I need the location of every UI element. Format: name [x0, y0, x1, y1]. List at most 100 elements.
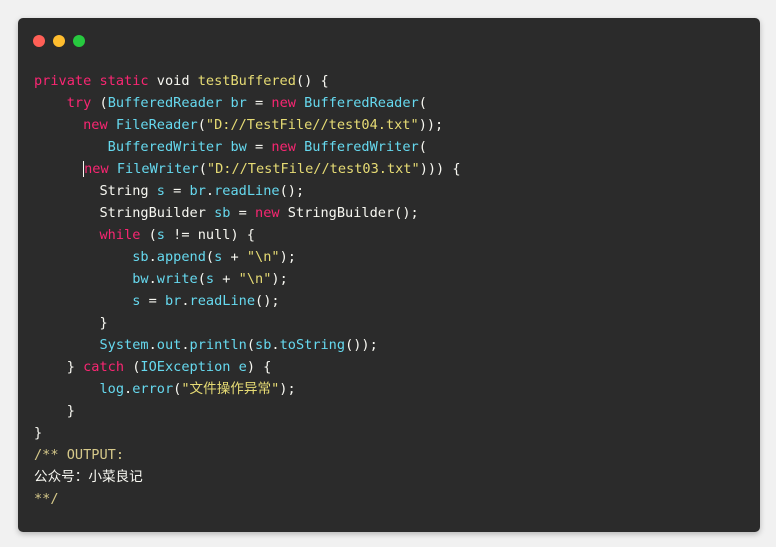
code-token: static [99, 73, 149, 89]
code-token: } [34, 403, 75, 419]
code-token: != null) { [164, 227, 255, 243]
code-line: } catch (IOException e) { [34, 356, 461, 378]
code-token: bw [230, 139, 247, 155]
code-line: StringBuilder sb = new StringBuilder(); [34, 202, 461, 224]
code-token: ( [140, 227, 157, 243]
code-token: s [205, 271, 215, 287]
code-token: 公众号：小菜良记 [34, 469, 143, 485]
code-token: = [164, 183, 190, 199]
zoom-dot-icon[interactable] [73, 35, 85, 47]
code-token: (); [255, 293, 280, 309]
code-token: s [156, 183, 165, 199]
code-token: System [99, 337, 149, 353]
code-token: try [66, 95, 92, 111]
code-token: new [271, 95, 296, 111]
code-token: new [255, 205, 280, 221]
code-token: ); [279, 381, 296, 397]
code-token: BufferedWriter [107, 139, 223, 155]
code-token: br [230, 95, 247, 111]
code-token: ))) { [419, 161, 461, 177]
code-token: FileWriter [116, 161, 199, 177]
code-token: ); [279, 249, 296, 265]
code-token: while [99, 227, 141, 243]
code-token: "D://TestFile//test03.txt" [206, 161, 420, 177]
code-token: + [222, 249, 247, 265]
code-token: append [156, 249, 206, 265]
minimize-dot-icon[interactable] [53, 35, 65, 47]
code-token: ); [271, 271, 288, 287]
code-token: ()); [345, 337, 378, 353]
code-line: while (s != null) { [34, 224, 461, 246]
code-token: new [83, 161, 109, 177]
code-token: /** OUTPUT: [34, 447, 125, 463]
code-token: br [164, 293, 182, 309]
code-token: + [214, 271, 239, 287]
code-line: **/ [34, 488, 461, 510]
code-line: log.error("文件操作异常"); [34, 378, 461, 400]
code-line: /** OUTPUT: [34, 444, 461, 466]
code-token: . [148, 271, 157, 287]
code-token: StringBuilder [99, 205, 206, 221]
code-token: write [156, 271, 198, 287]
code-token: BufferedReader [107, 95, 223, 111]
code-token: StringBuilder [287, 205, 395, 221]
code-line: s = br.readLine(); [34, 290, 461, 312]
code-token: toString [279, 337, 346, 353]
code-token: s [156, 227, 165, 243]
code-token: ( [246, 337, 256, 353]
code-line: BufferedWriter bw = new BufferedWriter( [34, 136, 461, 158]
code-token: sb [255, 337, 272, 353]
code-token: . [271, 337, 280, 353]
code-token: = [246, 139, 272, 155]
code-token: "\n" [238, 271, 272, 287]
code-token: bw [132, 271, 149, 287]
code-token: ( [418, 139, 427, 155]
code-token: **/ [34, 491, 59, 507]
code-token: log [99, 381, 125, 397]
code-line: } [34, 400, 461, 422]
code-token: . [205, 183, 215, 199]
code-token: "文件操作异常" [181, 381, 280, 397]
code-token: error [132, 381, 174, 397]
code-token: . [148, 249, 157, 265]
code-token: FileReader [115, 117, 198, 133]
code-block: private static void testBuffered() { try… [34, 70, 461, 510]
code-token: . [124, 381, 133, 397]
code-window: private static void testBuffered() { try… [18, 18, 760, 532]
code-line: } [34, 422, 461, 444]
code-token: () { [295, 73, 329, 89]
code-token: sb [132, 249, 149, 265]
code-token: out [156, 337, 182, 353]
code-token: ( [198, 161, 207, 177]
close-dot-icon[interactable] [33, 35, 45, 47]
code-token: ( [197, 271, 206, 287]
code-token: catch [83, 359, 125, 375]
code-token: . [148, 337, 157, 353]
code-token: ( [418, 95, 427, 111]
code-token: )); [418, 117, 444, 133]
code-token: e [238, 359, 247, 375]
code-token: testBuffered [197, 73, 296, 89]
code-token: "D://TestFile//test04.txt" [205, 117, 419, 133]
code-token: br [189, 183, 206, 199]
code-line: sb.append(s + "\n"); [34, 246, 461, 268]
code-line: String s = br.readLine(); [34, 180, 461, 202]
code-token: readLine [189, 293, 256, 309]
code-line: } [34, 312, 461, 334]
code-token: void [156, 73, 190, 89]
code-line: 公众号：小菜良记 [34, 466, 461, 488]
code-token: println [189, 337, 247, 353]
